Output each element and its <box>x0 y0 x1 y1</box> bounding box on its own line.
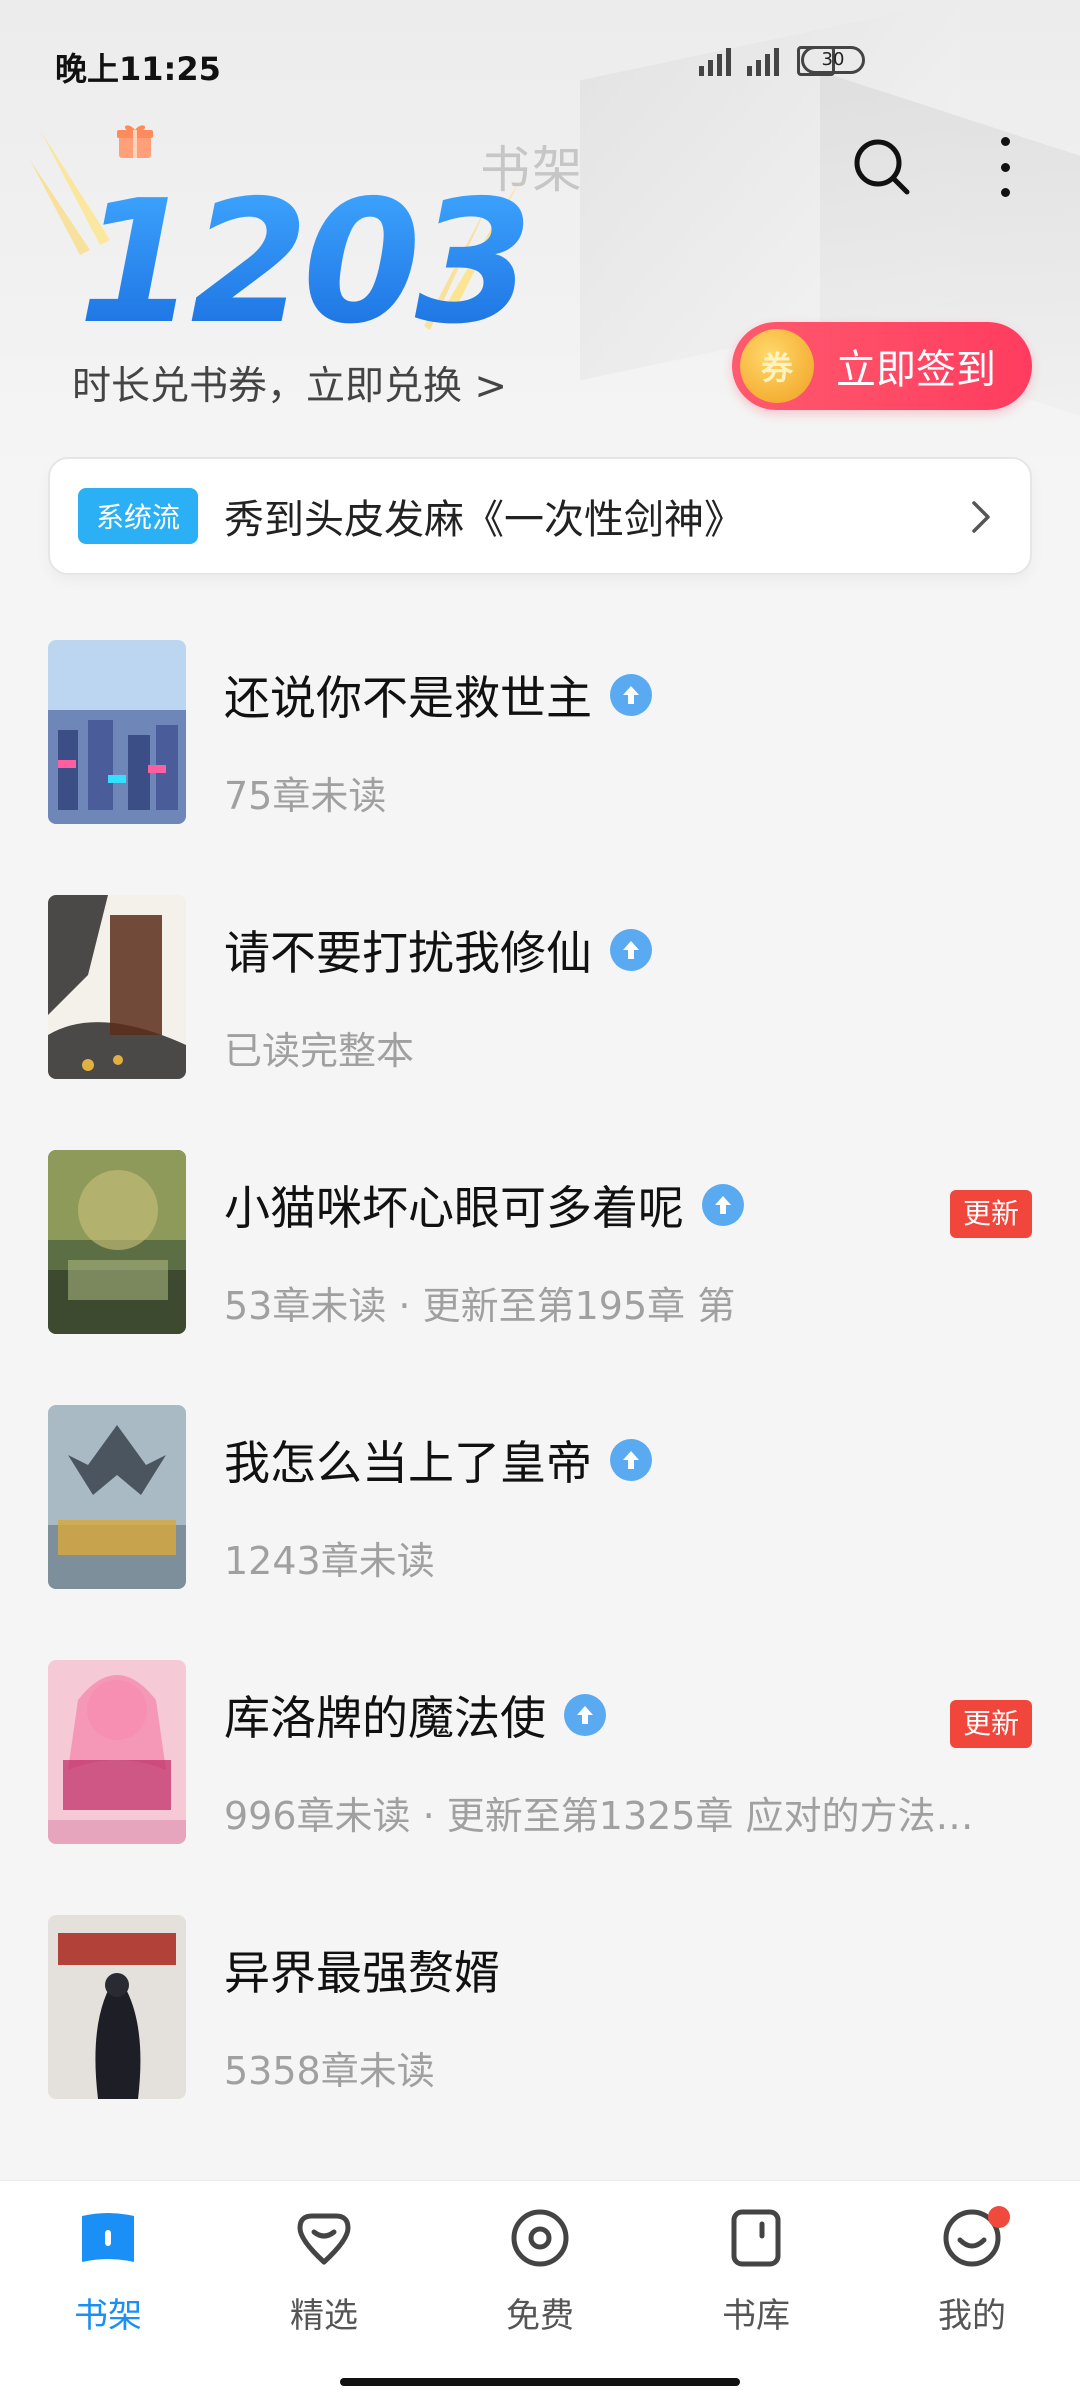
tab-label: 书库 <box>722 2296 790 2336</box>
tab-label: 书架 <box>74 2296 142 2336</box>
book-item[interactable]: 异界最强赘婿 5358章未读 <box>0 1915 1080 2170</box>
pinned-top-icon <box>610 929 652 971</box>
update-badge: 更新 <box>950 1700 1032 1748</box>
banner-text: 秀到头皮发麻《一次性剑神》 <box>224 497 745 543</box>
battery-icon: 30 <box>801 46 865 74</box>
book-cover <box>48 1150 186 1334</box>
book-title-text: 还说你不是救世主 <box>224 671 592 725</box>
tab-library[interactable]: 书库 <box>676 2206 836 2356</box>
book-status: 996章未读 · 更新至第1325章 应对的方法… <box>224 1794 974 1838</box>
book-list: 还说你不是救世主 75章未读 请不要打扰我修仙 已读完整本 小猫咪坏心眼可多着呢 <box>0 640 1080 2170</box>
free-icon <box>511 2209 569 2267</box>
tab-profile[interactable]: 我的 <box>892 2206 1052 2356</box>
checkin-button[interactable]: 券 立即签到 <box>732 322 1032 410</box>
signal-icon <box>747 48 779 76</box>
book-item[interactable]: 库洛牌的魔法使 更新 996章未读 · 更新至第1325章 应对的方法… <box>0 1660 1080 1915</box>
exchange-link[interactable]: 时长兑书券，立即兑换 > <box>72 355 507 411</box>
tab-label: 精选 <box>290 2296 358 2336</box>
pinned-top-icon <box>702 1184 744 1226</box>
tab-free[interactable]: 免费 <box>460 2206 620 2356</box>
book-item[interactable]: 还说你不是救世主 75章未读 <box>0 640 1080 895</box>
book-title: 小猫咪坏心眼可多着呢 <box>224 1172 744 1238</box>
update-badge: 更新 <box>950 1190 1032 1238</box>
book-status: 53章未读 · 更新至第195章 第 <box>224 1284 736 1328</box>
signal-icon <box>699 48 731 76</box>
bottom-tab-bar: 书架 精选 免费 书库 我的 <box>0 2180 1080 2401</box>
banner-tag: 系统流 <box>78 488 199 544</box>
pinned-top-icon <box>610 1439 652 1481</box>
checkin-label: 立即签到 <box>836 347 996 393</box>
book-title-text: 小猫咪坏心眼可多着呢 <box>224 1181 684 1235</box>
coupon-coin-icon: 券 <box>740 329 814 403</box>
book-cover <box>48 1660 186 1844</box>
book-title-text: 异界最强赘婿 <box>224 1946 500 2000</box>
gift-icon[interactable] <box>115 120 155 160</box>
book-item[interactable]: 请不要打扰我修仙 已读完整本 <box>0 895 1080 1150</box>
book-status: 5358章未读 <box>224 2049 435 2093</box>
home-indicator <box>340 2378 740 2386</box>
status-time: 晚上11:25 <box>55 50 221 88</box>
book-cover <box>48 895 186 1079</box>
library-icon <box>731 2209 781 2267</box>
promo-banner[interactable]: 系统流 秀到头皮发麻《一次性剑神》 <box>48 457 1032 575</box>
book-status: 已读完整本 <box>224 1029 415 1073</box>
book-title-text: 请不要打扰我修仙 <box>224 926 592 980</box>
pinned-top-icon <box>564 1694 606 1736</box>
book-cover <box>48 1405 186 1589</box>
tab-label: 免费 <box>506 2296 574 2336</box>
book-title: 请不要打扰我修仙 <box>224 917 652 983</box>
chevron-right-icon <box>972 501 990 533</box>
book-title: 异界最强赘婿 <box>224 1937 500 2003</box>
tab-label: 我的 <box>938 2296 1006 2336</box>
search-icon[interactable] <box>850 135 914 199</box>
book-title-text: 我怎么当上了皇帝 <box>224 1436 592 1490</box>
tab-bookshelf[interactable]: 书架 <box>28 2206 188 2356</box>
more-options-icon[interactable] <box>995 137 1015 197</box>
book-item[interactable]: 小猫咪坏心眼可多着呢 更新 53章未读 · 更新至第195章 第 <box>0 1150 1080 1405</box>
reading-points: 1203 <box>78 164 533 362</box>
status-bar: 晚上11:25 30 <box>0 0 1080 130</box>
book-status: 1243章未读 <box>224 1539 435 1583</box>
book-status: 75章未读 <box>224 774 387 818</box>
tab-featured[interactable]: 精选 <box>244 2206 404 2356</box>
pinned-top-icon <box>610 674 652 716</box>
book-title: 还说你不是救世主 <box>224 662 652 728</box>
book-title-text: 库洛牌的魔法使 <box>224 1691 546 1745</box>
featured-icon <box>297 2213 351 2265</box>
notification-dot <box>988 2206 1010 2228</box>
book-item[interactable]: 我怎么当上了皇帝 1243章未读 <box>0 1405 1080 1660</box>
book-title: 我怎么当上了皇帝 <box>224 1427 652 1493</box>
bookshelf-icon <box>82 2213 134 2262</box>
book-cover <box>48 1915 186 2099</box>
book-cover <box>48 640 186 824</box>
book-title: 库洛牌的魔法使 <box>224 1682 606 1748</box>
